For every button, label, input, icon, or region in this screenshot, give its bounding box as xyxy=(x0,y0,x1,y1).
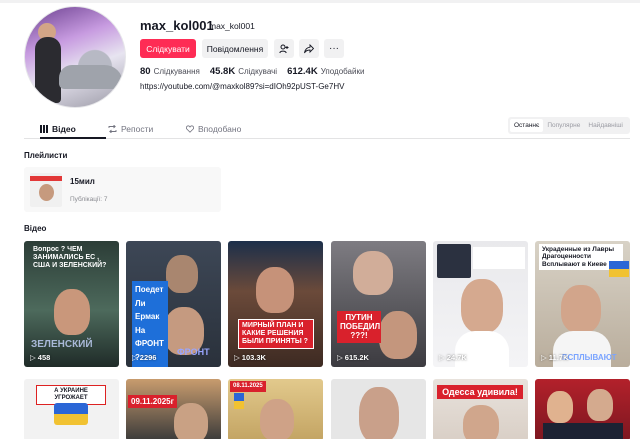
video-views: ▷ 103.3K xyxy=(234,353,266,362)
video-card[interactable]: Украденные из Лавры Драгоценности Всплыв… xyxy=(535,241,630,367)
flag-icon xyxy=(234,393,244,409)
sort-latest[interactable]: Останнє xyxy=(510,119,544,132)
playlist-card[interactable]: 15мил Публікації: 7 xyxy=(24,167,221,212)
video-caption: МИРНЫЙ ПЛАН И КАКИЕ РЕШЕНИЯ БЫЛИ ПРИНЯТЫ… xyxy=(238,319,314,350)
repost-icon xyxy=(108,125,117,133)
top-border xyxy=(0,0,640,3)
video-inset-image xyxy=(437,244,471,278)
videos-heading: Відео xyxy=(24,224,47,233)
video-views: ▷ 2296 xyxy=(132,353,157,362)
video-caption: Одесса удивила! xyxy=(437,385,523,400)
video-card[interactable]: 09.11.2025г xyxy=(126,379,221,439)
avatar-car xyxy=(59,65,123,89)
play-icon: ▷ xyxy=(30,353,36,362)
video-face xyxy=(166,255,198,293)
video-inset-text xyxy=(473,247,525,269)
video-overlay-text: ФРОНТ xyxy=(177,347,210,357)
add-friend-button[interactable] xyxy=(274,39,294,58)
video-face xyxy=(561,285,601,333)
sort-popular[interactable]: Популярне xyxy=(543,119,584,132)
video-card[interactable]: Поедет Ли Ермак На ФРОНТ ? ФРОНТ ▷ 2296 xyxy=(126,241,221,367)
video-face xyxy=(547,391,573,423)
profile-nickname: max_kol001 xyxy=(209,21,255,31)
video-caption: А УКРАИНЕ УГРОЖАЕТ xyxy=(36,385,106,405)
playlist-count: Публікації: 7 xyxy=(70,196,108,203)
video-overlay-text: ЗЕЛЕНСКИЙ xyxy=(31,339,93,350)
video-views: ▷ 11.7K xyxy=(541,353,569,362)
play-icon: ▷ xyxy=(439,353,445,362)
video-face xyxy=(461,279,503,333)
share-button[interactable] xyxy=(299,39,319,58)
message-button[interactable]: Повідомлення xyxy=(202,39,268,58)
likes-stat: 612.4K Уподобайки xyxy=(287,66,365,77)
video-card[interactable]: Одесса удивила! xyxy=(433,379,528,439)
grid-icon xyxy=(40,125,48,133)
flag-icon xyxy=(609,261,629,277)
video-face xyxy=(587,389,613,421)
video-card[interactable]: Вопрос ? ЧЕМ ЗАНИМАЛИСЬ ЕС , США И ЗЕЛЕН… xyxy=(24,241,119,367)
active-tab-indicator xyxy=(40,137,106,139)
playlist-thumbnail xyxy=(30,173,62,207)
followers-stat[interactable]: 45.8K Слідкувачі xyxy=(210,66,277,77)
add-user-icon xyxy=(279,44,289,53)
playlist-thumb-banner xyxy=(30,176,62,181)
more-button[interactable]: ··· xyxy=(324,39,344,58)
video-views: ▷ 24.7K xyxy=(439,353,467,362)
video-card[interactable] xyxy=(331,379,426,439)
profile-link[interactable]: https://youtube.com/@maxkol89?si=dIOh92p… xyxy=(140,82,344,91)
tab-reposts[interactable]: Репости xyxy=(108,120,153,138)
play-icon: ▷ xyxy=(132,353,138,362)
video-face xyxy=(379,311,417,359)
playlists-heading: Плейлисти xyxy=(24,151,68,160)
sort-oldest[interactable]: Найдавніші xyxy=(584,119,627,132)
video-card[interactable]: 08.11.2025 xyxy=(228,379,323,439)
video-card[interactable]: А УКРАИНЕ УГРОЖАЕТ xyxy=(24,379,119,439)
profile-stats: 80 Слідкування 45.8K Слідкувачі 612.4K Упод… xyxy=(140,66,374,77)
playlist-thumb-face xyxy=(39,184,54,201)
video-face xyxy=(54,289,90,335)
profile-username: max_kol001 xyxy=(140,18,214,33)
video-card[interactable]: ▷ 24.7K xyxy=(433,241,528,367)
ukraine-map-icon xyxy=(54,403,88,425)
video-caption: 09.11.2025г xyxy=(128,395,177,409)
avatar-person-body xyxy=(35,37,61,103)
tab-videos[interactable]: Відео xyxy=(40,120,106,139)
video-card[interactable]: ПУТИН ПОБЕДИЛ ???! ▷ 615.2K xyxy=(331,241,426,367)
video-card[interactable]: МИРНЫЙ ПЛАН И КАКИЕ РЕШЕНИЯ БЫЛИ ПРИНЯТЫ… xyxy=(228,241,323,367)
video-caption: ПУТИН ПОБЕДИЛ ???! xyxy=(337,311,381,343)
play-icon: ▷ xyxy=(337,353,343,362)
following-stat[interactable]: 80 Слідкування xyxy=(140,66,200,77)
share-icon xyxy=(304,43,314,53)
heart-icon xyxy=(186,125,194,133)
profile-avatar[interactable] xyxy=(24,6,126,108)
video-face xyxy=(174,403,208,439)
video-caption: Вопрос ? ЧЕМ ЗАНИМАЛИСЬ ЕС , США И ЗЕЛЕН… xyxy=(33,246,107,270)
video-face xyxy=(359,387,399,439)
video-suits xyxy=(543,423,623,439)
video-face xyxy=(256,267,294,313)
video-card[interactable] xyxy=(535,379,630,439)
video-views: ▷ 615.2K xyxy=(337,353,369,362)
video-face xyxy=(260,399,294,439)
play-icon: ▷ xyxy=(541,353,547,362)
video-face xyxy=(463,405,499,439)
video-views: ▷ 458 xyxy=(30,353,51,362)
play-icon: ▷ xyxy=(234,353,240,362)
tab-liked[interactable]: Вподобано xyxy=(186,120,241,138)
playlist-name: 15мил xyxy=(70,177,95,186)
video-caption: 08.11.2025 xyxy=(230,381,266,392)
sort-segmented-control: Останнє Популярне Найдавніші xyxy=(508,117,630,134)
follow-button[interactable]: Слідкувати xyxy=(140,39,196,58)
video-face xyxy=(353,251,393,295)
